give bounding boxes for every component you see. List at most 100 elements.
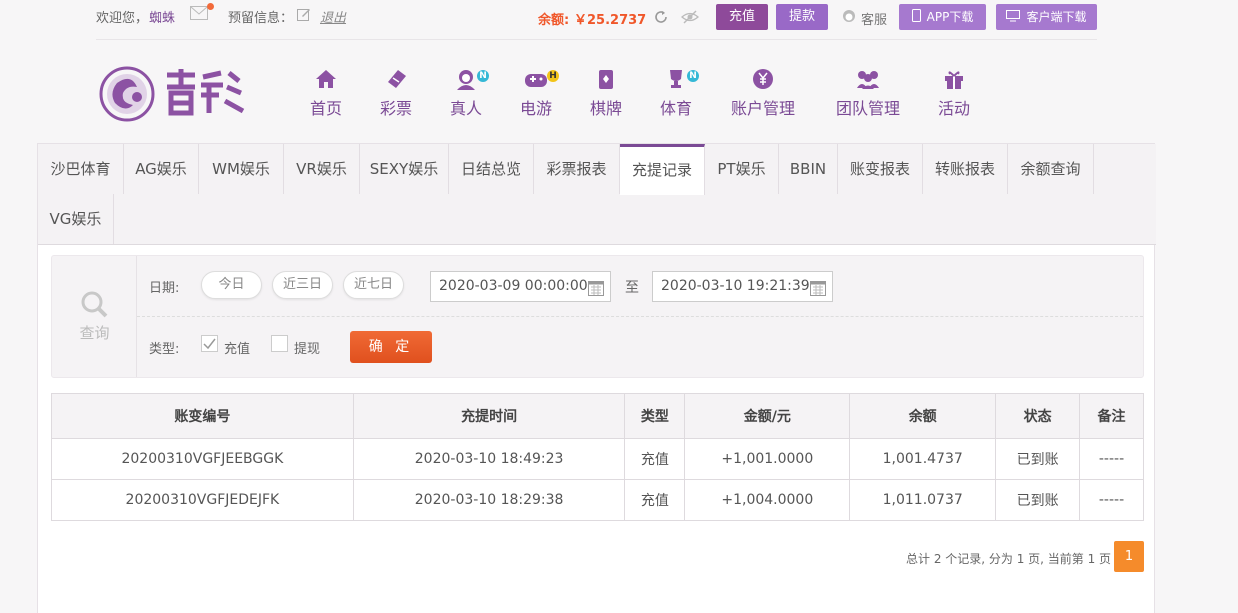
col-remark: 备注 [1079, 393, 1144, 439]
top-bar: 欢迎您， 蜘蛛 预留信息： 退出 余额: ￥25.2737 充值 提款 客服 A… [0, 0, 1238, 38]
nav-account[interactable]: 账户管理 [729, 68, 797, 120]
ticket-icon [377, 68, 415, 92]
transaction-amount: +1,004.0000 [684, 479, 851, 521]
col-balance: 余额 [849, 393, 997, 439]
tab-daily-summary[interactable]: 日结总览 [449, 144, 534, 194]
client-download-label: 客户端下载 [1026, 10, 1087, 24]
team-icon [834, 68, 902, 92]
table-header-row: 账变编号 充提时间 类型 金额/元 余额 状态 备注 [51, 393, 1144, 439]
logout-link[interactable]: 退出 [320, 7, 346, 26]
tab-account-change-report[interactable]: 账变报表 [838, 144, 923, 194]
transaction-amount: +1,001.0000 [684, 438, 851, 480]
transaction-time: 2020-03-10 18:49:23 [352, 438, 626, 480]
nav-cards-label: 棋牌 [589, 99, 622, 118]
home-icon [307, 68, 345, 92]
deposit-button[interactable]: 充值 [716, 4, 768, 30]
mail-icon[interactable] [190, 3, 214, 20]
filter-divider [137, 316, 1143, 317]
transaction-id: 20200310VGFJEDEJFK [51, 479, 354, 521]
tab-balance-query[interactable]: 余额查询 [1008, 144, 1094, 194]
records-table: 账变编号 充提时间 类型 金额/元 余额 状态 备注 20200310VGFJE… [51, 393, 1144, 521]
page-1-button[interactable]: 1 [1114, 541, 1144, 572]
edit-icon[interactable] [297, 7, 311, 21]
type-label: 类型: [149, 342, 180, 357]
nav-sports-label: 体育 [659, 99, 692, 118]
withdraw-checkbox[interactable] [271, 335, 288, 352]
tab-pt[interactable]: PT娱乐 [705, 144, 779, 194]
hide-balance-icon[interactable] [681, 9, 699, 25]
table-row: 20200310VGFJEEBGGK 2020-03-10 18:49:23 充… [51, 438, 1144, 480]
client-download-button[interactable]: 客户端下载 [996, 4, 1097, 30]
tab-lottery-report[interactable]: 彩票报表 [534, 144, 620, 194]
col-amount: 金额/元 [684, 393, 851, 439]
tab-vr[interactable]: VR娱乐 [284, 144, 360, 194]
new-badge: N [477, 70, 489, 82]
customer-service-link[interactable]: 客服 [861, 9, 887, 28]
yen-coin-icon [729, 68, 797, 92]
transaction-balance: 1,001.4737 [849, 438, 997, 480]
calendar-icon[interactable] [810, 278, 826, 296]
tab-transfer-report[interactable]: 转账报表 [923, 144, 1008, 194]
transaction-status: 已到账 [995, 479, 1081, 521]
filter-box: 查询 日期: 今日 近三日 近七日 2020-03-09 00:00:00 至 … [51, 255, 1144, 378]
refresh-icon[interactable] [653, 9, 669, 25]
withdraw-button[interactable]: 提款 [776, 4, 828, 30]
tab-vg[interactable]: VG娱乐 [38, 194, 114, 244]
table-row: 20200310VGFJEDEJFK 2020-03-10 18:29:38 充… [51, 479, 1144, 521]
tab-saba-sports[interactable]: 沙巴体育 [38, 144, 124, 194]
end-date-value: 2020-03-10 19:21:39 [661, 278, 810, 294]
transaction-type: 充值 [624, 438, 686, 480]
col-type: 类型 [624, 393, 686, 439]
nav-slots-label: 电游 [519, 99, 552, 118]
tab-wm[interactable]: WM娱乐 [199, 144, 284, 194]
tab-deposit-withdraw-records[interactable]: 充提记录 [620, 144, 705, 195]
nav-lottery[interactable]: 彩票 [377, 68, 415, 120]
nav-account-label: 账户管理 [730, 99, 795, 118]
nav-sports[interactable]: N 体育 [657, 68, 699, 120]
tab-ag[interactable]: AG娱乐 [124, 144, 199, 194]
col-status: 状态 [995, 393, 1081, 439]
customer-service-icon[interactable] [842, 9, 856, 23]
nav-cards[interactable]: 棋牌 [587, 68, 625, 120]
last-3-days-button[interactable]: 近三日 [272, 271, 333, 299]
deposit-checkbox-label: 充值 [224, 342, 251, 357]
nav-live-label: 真人 [449, 99, 482, 118]
nav-home[interactable]: 首页 [307, 68, 345, 120]
nav-live[interactable]: N 真人 [447, 68, 489, 120]
deposit-checkbox[interactable] [201, 335, 218, 352]
transaction-remark: ----- [1079, 438, 1144, 480]
today-button[interactable]: 今日 [201, 271, 262, 299]
nav-slots[interactable]: H 电游 [517, 68, 559, 120]
last-7-days-button[interactable]: 近七日 [343, 271, 404, 299]
balance-label: 余额: [538, 13, 570, 28]
username[interactable]: 蜘蛛 [149, 7, 175, 26]
welcome-text: 欢迎您， [96, 11, 149, 26]
start-date-value: 2020-03-09 00:00:00 [439, 278, 588, 294]
col-transaction-id: 账变编号 [51, 393, 354, 439]
cards-icon [587, 68, 625, 92]
nav-lottery-label: 彩票 [379, 99, 412, 118]
start-date-input[interactable]: 2020-03-09 00:00:00 [430, 271, 611, 302]
withdraw-checkbox-label: 提现 [294, 342, 321, 357]
tab-sexy[interactable]: SEXY娱乐 [360, 144, 449, 194]
content-panel: 沙巴体育 AG娱乐 WM娱乐 VR娱乐 SEXY娱乐 日结总览 彩票报表 充提记… [37, 143, 1156, 613]
notice-label: 预留信息： [228, 11, 294, 26]
transaction-type: 充值 [624, 479, 686, 521]
nav-team[interactable]: 团队管理 [834, 68, 902, 120]
phone-icon [911, 5, 921, 31]
tab-bbin[interactable]: BBIN [779, 144, 838, 194]
nav-team-label: 团队管理 [835, 99, 900, 118]
site-logo[interactable] [97, 63, 249, 125]
confirm-button[interactable]: 确 定 [350, 331, 432, 363]
transaction-time: 2020-03-10 18:29:38 [352, 479, 626, 521]
app-download-button[interactable]: APP下载 [899, 4, 986, 30]
nav-promotions[interactable]: 活动 [935, 68, 973, 120]
query-section: 查询 [52, 256, 137, 377]
nav-home-label: 首页 [309, 99, 342, 118]
end-date-input[interactable]: 2020-03-10 19:21:39 [652, 271, 833, 302]
transaction-balance: 1,011.0737 [849, 479, 997, 521]
new-badge: N [687, 70, 699, 82]
query-label: 查询 [79, 324, 110, 342]
calendar-icon[interactable] [588, 278, 604, 296]
check-icon [203, 338, 216, 350]
